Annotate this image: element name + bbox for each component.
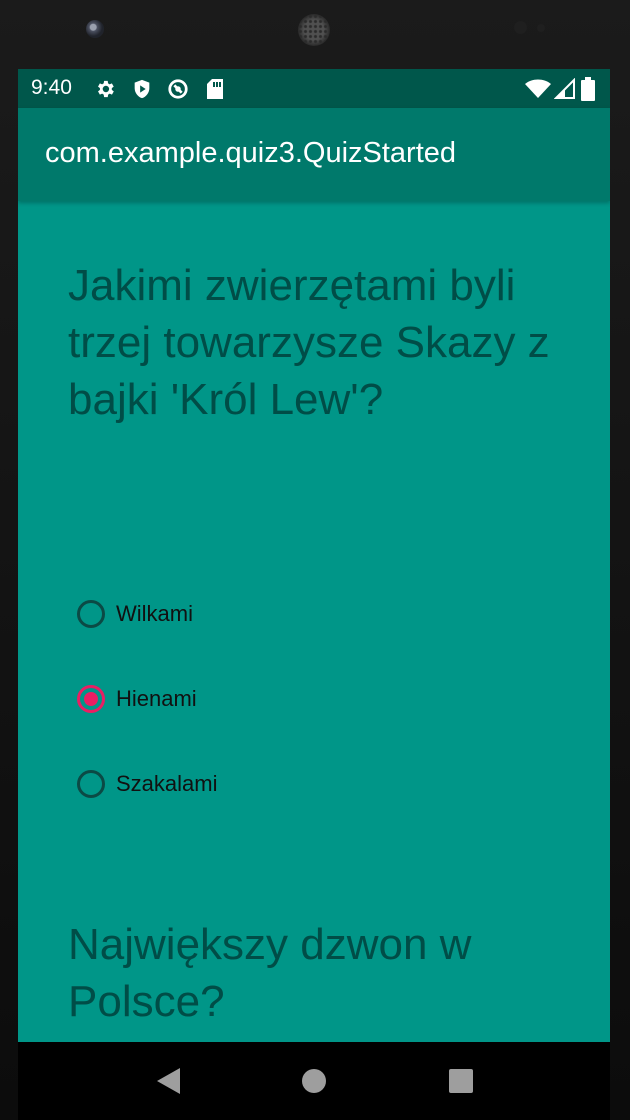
question-text: Jakimi zwierzętami byli trzej towarzysze… <box>68 261 550 424</box>
radio-button-checked[interactable] <box>77 685 105 713</box>
battery-icon <box>580 77 596 101</box>
phone-device: 9:40 com.example.quiz3.QuizStarted Jakim… <box>0 0 630 1120</box>
status-bar: 9:40 <box>18 69 610 108</box>
radio-selected-dot <box>84 692 98 706</box>
front-camera <box>86 20 104 38</box>
radio-button-unchecked[interactable] <box>77 770 105 798</box>
answer-label: Wilkami <box>116 601 193 626</box>
answer-label: Hienami <box>116 686 197 711</box>
sd-card-icon <box>204 78 226 100</box>
answer-option-szakalami[interactable]: Szakalami <box>77 764 217 804</box>
answer-option-wilkami[interactable]: Wilkami <box>77 594 193 634</box>
wifi-icon <box>525 78 551 100</box>
app-title: com.example.quiz3.QuizStarted <box>45 137 457 169</box>
app-bar: com.example.quiz3.QuizStarted <box>18 108 610 201</box>
back-icon[interactable] <box>148 1064 188 1098</box>
answer-option-hienami[interactable]: Hienami <box>77 679 197 719</box>
recent-apps-icon[interactable] <box>444 1064 478 1098</box>
radio-button-unchecked[interactable] <box>77 600 105 628</box>
app-screen: 9:40 com.example.quiz3.QuizStarted Jakim… <box>18 69 610 1120</box>
signal-icon <box>554 78 576 100</box>
earpiece-speaker <box>298 14 330 46</box>
light-sensor <box>537 24 545 32</box>
gear-icon <box>94 78 116 100</box>
navigation-bar <box>18 1042 610 1120</box>
answer-label: Szakalami <box>116 771 218 796</box>
quiz-content[interactable]: Jakimi zwierzętami byli trzej towarzysze… <box>18 201 610 1041</box>
status-time: 9:40 <box>31 76 72 99</box>
proximity-sensor <box>514 21 527 34</box>
sync-icon <box>167 78 189 100</box>
play-shield-icon <box>131 78 153 100</box>
question-text: Największy dzwon w Polsce? <box>68 920 472 1026</box>
home-icon[interactable] <box>297 1064 331 1098</box>
